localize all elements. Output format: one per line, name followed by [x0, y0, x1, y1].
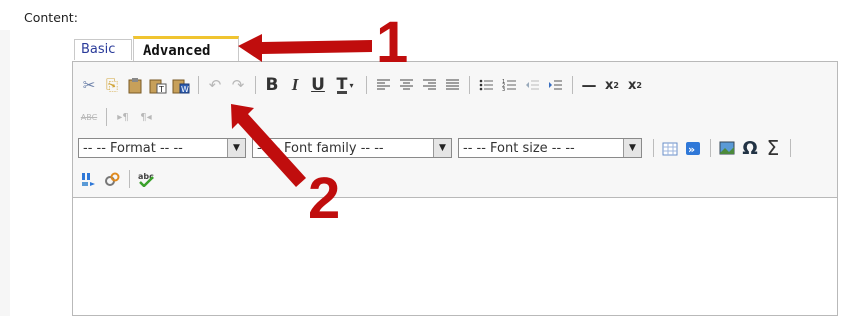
annotation-arrow-1	[238, 34, 372, 62]
annotation-overlay	[231, 34, 372, 187]
annotation-arrow-2	[231, 104, 306, 187]
annotation-label-2: 2	[308, 166, 341, 231]
annotation-label-1: 1	[376, 10, 409, 75]
